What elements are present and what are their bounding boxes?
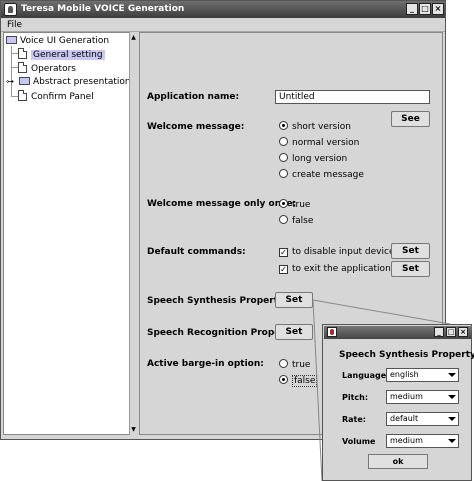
exit-application-checkbox[interactable]: ✓ to exit the application [279, 264, 391, 274]
checkbox-checked-icon[interactable]: ✓ [279, 265, 288, 274]
radio-selected[interactable] [279, 199, 288, 208]
disable-input-checkbox[interactable]: ✓ to disable input device [279, 247, 395, 257]
folder-icon [6, 36, 17, 44]
app-icon [4, 3, 17, 16]
volume-select[interactable]: medium [386, 434, 459, 448]
scroll-down-icon[interactable]: ▼ [130, 426, 137, 433]
app-name-label: Application name: [147, 92, 240, 102]
dialog-maximize-button[interactable]: □ [446, 327, 456, 337]
document-icon [18, 62, 27, 73]
language-select[interactable]: english [386, 368, 459, 382]
welcome-once-true[interactable]: true [279, 199, 310, 210]
dialog-close-button[interactable]: × [458, 327, 468, 337]
dropdown-arrow-icon [448, 439, 456, 443]
welcome-option-create[interactable]: create message [279, 169, 364, 180]
tree-item-operators[interactable]: Operators [18, 62, 76, 74]
radio-selected[interactable] [279, 375, 288, 384]
maximize-button[interactable]: □ [419, 3, 431, 15]
set-disable-input-button[interactable]: Set [391, 243, 430, 259]
pitch-select[interactable]: medium [386, 390, 459, 404]
welcome-message-label: Welcome message: [147, 122, 245, 132]
speech-synthesis-label: Speech Synthesis Property: [147, 296, 288, 306]
title-bar[interactable]: Teresa Mobile VOICE Generation _ □ × [1, 1, 445, 18]
welcome-option-short[interactable]: short version [279, 121, 351, 132]
welcome-once-false[interactable]: false [279, 215, 313, 226]
set-speech-synthesis-button[interactable]: Set [275, 292, 313, 308]
window-title: Teresa Mobile VOICE Generation [21, 4, 185, 14]
volume-label: Volume [342, 437, 376, 446]
dialog-minimize-button[interactable]: _ [434, 327, 444, 337]
tree-root[interactable]: Voice UI Generation [6, 35, 109, 47]
tree-item-confirm-panel[interactable]: Confirm Panel [18, 90, 94, 102]
set-speech-recognition-button[interactable]: Set [275, 324, 313, 340]
speech-synthesis-dialog: _ □ × Speech Synthesis Property Language… [322, 324, 474, 481]
barge-in-label: Active barge-in option: [147, 359, 264, 369]
dropdown-arrow-icon [448, 417, 456, 421]
see-welcome-button[interactable]: See [391, 111, 430, 127]
checkbox-checked-icon[interactable]: ✓ [279, 248, 288, 257]
rate-label: Rate: [342, 415, 367, 424]
pitch-label: Pitch: [342, 393, 369, 402]
welcome-option-normal[interactable]: normal version [279, 137, 359, 148]
scroll-up-icon[interactable]: ▲ [130, 34, 137, 41]
dialog-title-bar[interactable]: _ □ × [324, 326, 472, 339]
document-icon [18, 48, 27, 59]
dropdown-arrow-icon [448, 395, 456, 399]
radio-selected[interactable] [279, 121, 288, 130]
barge-in-true[interactable]: true [279, 359, 310, 370]
menu-file[interactable]: File [7, 20, 22, 30]
close-button[interactable]: × [432, 3, 444, 15]
radio[interactable] [279, 153, 288, 162]
tree-item-abstract-presentations[interactable]: ⊶ Abstract presentations [6, 76, 135, 88]
welcome-once-label: Welcome message only once: [147, 199, 297, 209]
radio[interactable] [279, 169, 288, 178]
folder-icon [19, 77, 30, 85]
java-cup-icon [327, 327, 337, 337]
dialog-heading: Speech Synthesis Property [339, 350, 474, 360]
minimize-button[interactable]: _ [406, 3, 418, 15]
expand-handle-icon[interactable]: ⊶ [6, 76, 14, 88]
navigation-tree: Voice UI Generation General setting Oper… [3, 32, 135, 435]
app-name-input[interactable]: Untitled [275, 90, 430, 104]
dropdown-arrow-icon [448, 373, 456, 377]
default-commands-label: Default commands: [147, 247, 246, 257]
barge-in-false[interactable]: false [279, 375, 318, 387]
rate-select[interactable]: default [386, 412, 459, 426]
tree-scrollbar[interactable]: ▲ ▼ [129, 32, 137, 435]
radio[interactable] [279, 359, 288, 368]
tree-item-general-setting[interactable]: General setting [18, 48, 105, 60]
ok-button[interactable]: ok [368, 454, 428, 469]
radio[interactable] [279, 137, 288, 146]
set-exit-application-button[interactable]: Set [391, 261, 430, 277]
document-icon [18, 90, 27, 101]
welcome-option-long[interactable]: long version [279, 153, 347, 164]
radio[interactable] [279, 215, 288, 224]
language-label: Language: [342, 371, 390, 380]
menu-bar: File [1, 18, 445, 32]
